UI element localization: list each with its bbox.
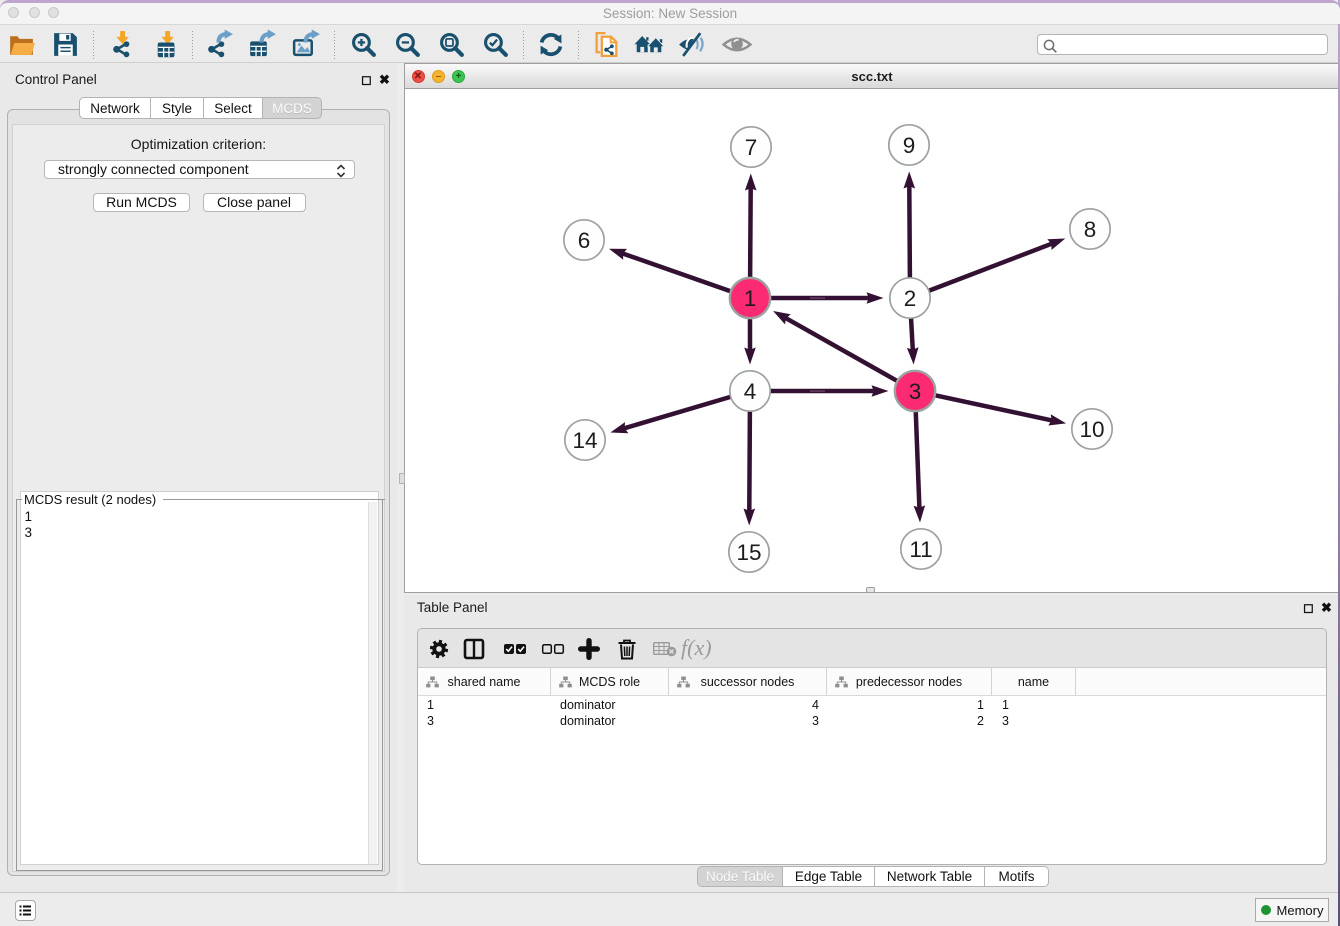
svg-text:7: 7 <box>745 135 758 160</box>
svg-text:6: 6 <box>578 228 591 253</box>
svg-text:4: 4 <box>744 379 757 404</box>
svg-text:2: 2 <box>904 286 917 311</box>
svg-text:14: 14 <box>572 428 597 453</box>
svg-text:8: 8 <box>1084 217 1097 242</box>
svg-text:10: 10 <box>1079 417 1104 442</box>
svg-text:15: 15 <box>736 540 761 565</box>
svg-text:9: 9 <box>903 133 916 158</box>
svg-text:1: 1 <box>744 286 757 311</box>
svg-text:11: 11 <box>909 537 932 562</box>
svg-text:3: 3 <box>909 379 922 404</box>
